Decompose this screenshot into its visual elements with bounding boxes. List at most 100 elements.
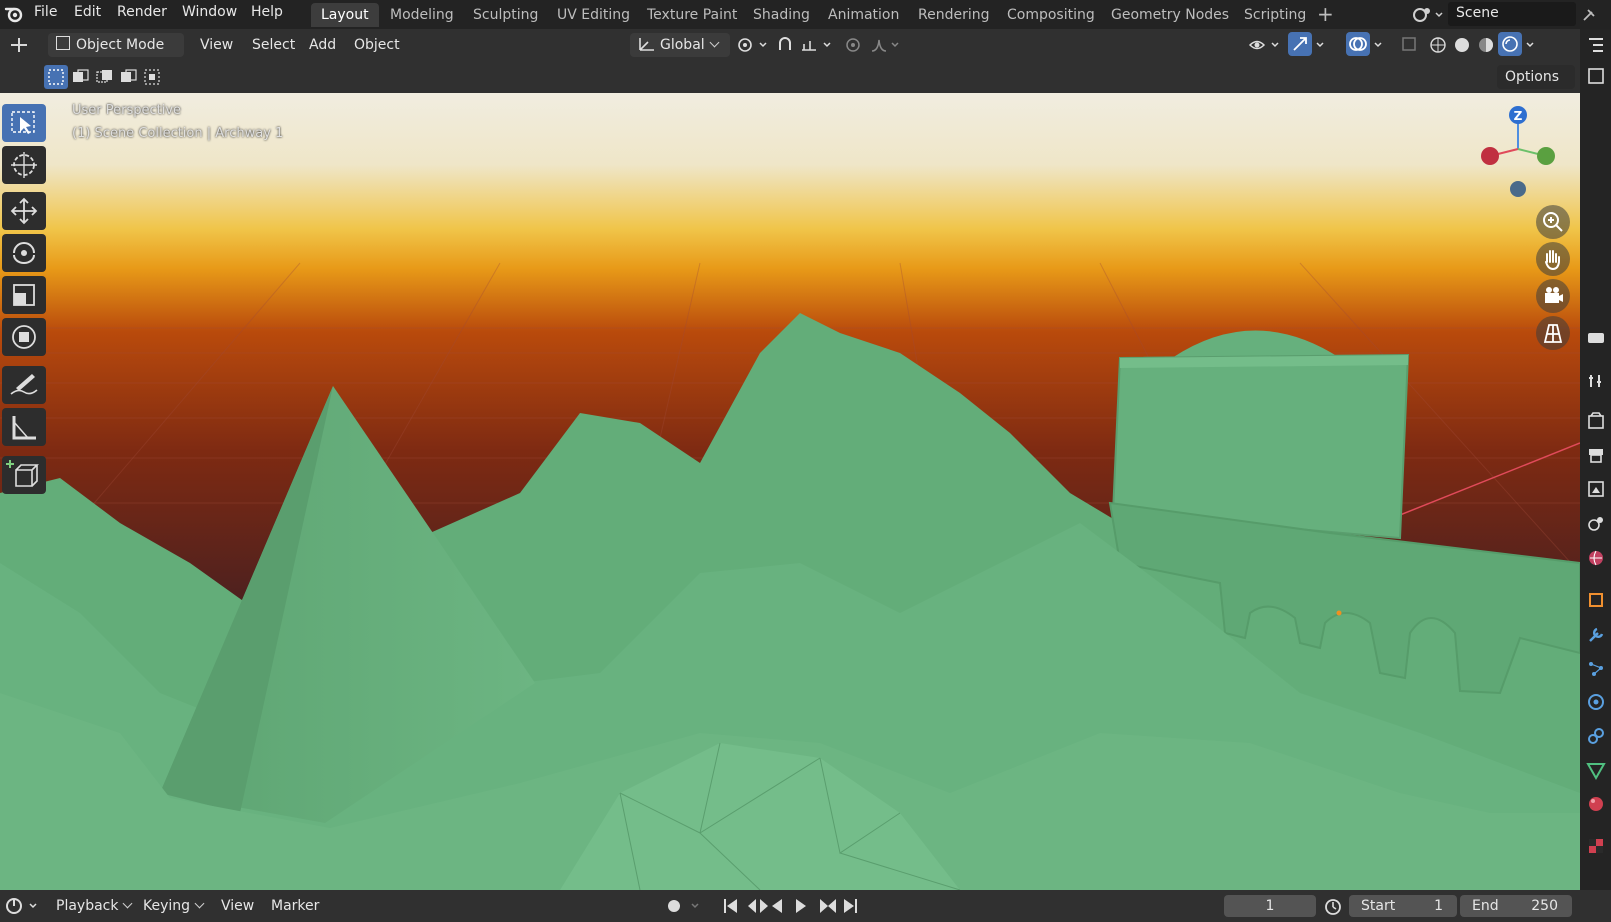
jump-keyframe-forward-icon[interactable]: [820, 899, 836, 913]
tab-uv-editing[interactable]: UV Editing: [547, 3, 640, 27]
overlays-toggle-button[interactable]: [1346, 32, 1370, 56]
select-new-button[interactable]: [44, 65, 68, 89]
tab-shading[interactable]: Shading: [743, 3, 820, 27]
render-properties-icon[interactable]: [1585, 410, 1607, 432]
tab-geometry-nodes[interactable]: Geometry Nodes: [1101, 3, 1239, 27]
data-properties-icon[interactable]: [1585, 759, 1607, 781]
menu-playback[interactable]: Playback: [56, 894, 133, 918]
menu-help[interactable]: Help: [251, 4, 283, 20]
play-reverse-icon[interactable]: [772, 899, 782, 913]
menu-select[interactable]: Select: [252, 33, 295, 57]
select-invert-icon[interactable]: [118, 67, 140, 87]
mode-selector[interactable]: Object Mode: [48, 33, 184, 72]
transform-orientation-selector[interactable]: Global: [630, 33, 730, 57]
menu-window[interactable]: Window: [182, 4, 237, 20]
tool-move[interactable]: [2, 192, 46, 230]
rendered-shading-button[interactable]: [1498, 32, 1522, 56]
menu-file[interactable]: File: [34, 4, 57, 20]
gizmo-toggle-button[interactable]: [1288, 32, 1312, 56]
tool-cursor[interactable]: [2, 146, 46, 184]
gizmo-dropdown-icon[interactable]: [1314, 36, 1330, 54]
menu-view[interactable]: View: [200, 33, 233, 57]
proportional-editing-icon[interactable]: [844, 36, 864, 54]
start-frame-field[interactable]: Start 1: [1349, 895, 1457, 917]
pin-icon[interactable]: [1578, 6, 1598, 24]
menu-edit[interactable]: Edit: [74, 4, 101, 20]
shading-dropdown-icon[interactable]: [1524, 36, 1540, 54]
outliner-icon[interactable]: [1585, 35, 1607, 57]
wireframe-shading-icon[interactable]: [1428, 35, 1448, 55]
tab-layout[interactable]: Layout: [311, 3, 379, 27]
tool-measure[interactable]: [2, 408, 46, 446]
tab-rendering[interactable]: Rendering: [908, 3, 1000, 27]
scene-selector-icon[interactable]: [1410, 5, 1444, 25]
scene-name-field[interactable]: Scene: [1448, 2, 1576, 26]
xray-toggle-icon[interactable]: [1400, 35, 1420, 55]
play-icon[interactable]: [796, 899, 806, 913]
world-properties-icon[interactable]: [1585, 547, 1607, 569]
material-properties-icon[interactable]: [1585, 793, 1607, 815]
texture-properties-icon[interactable]: [1585, 835, 1607, 857]
menu-timeline-view[interactable]: View: [221, 894, 254, 918]
menu-object[interactable]: Object: [354, 33, 400, 57]
falloff-icon[interactable]: [870, 36, 904, 54]
tool-rotate[interactable]: [2, 234, 46, 272]
snap-target-icon[interactable]: [800, 36, 834, 54]
blender-logo-icon[interactable]: [4, 4, 24, 24]
menu-keying[interactable]: Keying: [143, 894, 205, 918]
zoom-button[interactable]: [1536, 205, 1570, 239]
navigation-gizmo[interactable]: Z: [1470, 101, 1560, 201]
options-dropdown[interactable]: Options: [1497, 65, 1575, 104]
menu-marker[interactable]: Marker: [271, 894, 319, 918]
output-properties-icon[interactable]: [1585, 444, 1607, 466]
tab-animation[interactable]: Animation: [818, 3, 909, 27]
solid-shading-icon[interactable]: [1452, 35, 1472, 55]
select-extend-icon[interactable]: [70, 67, 92, 87]
physics-properties-icon[interactable]: [1585, 691, 1607, 713]
pan-button[interactable]: [1536, 242, 1570, 276]
properties-editor-icon[interactable]: [1585, 65, 1607, 87]
select-subtract-icon[interactable]: [94, 67, 116, 87]
tool-annotate[interactable]: [2, 366, 46, 404]
active-tool-icon[interactable]: [1585, 369, 1607, 391]
visibility-icon[interactable]: [1248, 36, 1282, 54]
tab-scripting[interactable]: Scripting: [1234, 3, 1316, 27]
menu-add[interactable]: Add: [309, 33, 336, 57]
auto-keying-icon[interactable]: [664, 896, 704, 916]
tab-sculpting[interactable]: Sculpting: [463, 3, 548, 27]
overlays-dropdown-icon[interactable]: [1372, 36, 1388, 54]
snap-toggle-icon[interactable]: [776, 36, 796, 54]
select-intersect-icon[interactable]: [142, 67, 164, 87]
add-workspace-icon[interactable]: +: [1317, 2, 1334, 26]
camera-view-button[interactable]: [1536, 279, 1570, 313]
y-axis-icon[interactable]: [1537, 147, 1555, 165]
scene-properties-icon[interactable]: [1585, 512, 1607, 534]
tool-select-box[interactable]: [2, 104, 46, 142]
editor-type-selector[interactable]: [4, 33, 42, 57]
modifier-properties-icon[interactable]: [1585, 624, 1607, 646]
jump-end-icon[interactable]: [844, 899, 857, 913]
current-frame-field[interactable]: 1: [1224, 895, 1316, 917]
constraints-properties-icon[interactable]: [1585, 725, 1607, 747]
tool-transform[interactable]: [2, 318, 46, 356]
timeline-editor-icon[interactable]: [4, 896, 42, 916]
menu-render[interactable]: Render: [117, 4, 167, 20]
jump-start-icon[interactable]: [724, 899, 737, 913]
tab-modeling[interactable]: Modeling: [380, 3, 464, 27]
preview-range-icon[interactable]: [1322, 896, 1344, 916]
pivot-point-icon[interactable]: [736, 36, 770, 54]
3d-viewport[interactable]: User Perspective (1) Scene Collection | …: [0, 93, 1580, 890]
tool-scale[interactable]: [2, 276, 46, 314]
tab-texture-paint[interactable]: Texture Paint: [637, 3, 747, 27]
jump-keyframe-back-icon[interactable]: [748, 899, 768, 913]
material-shading-icon[interactable]: [1476, 35, 1496, 55]
neg-z-axis-icon[interactable]: [1510, 181, 1526, 197]
ortho-toggle-button[interactable]: [1536, 316, 1570, 350]
tab-compositing[interactable]: Compositing: [997, 3, 1105, 27]
view-layer-icon[interactable]: [1585, 478, 1607, 500]
tool-properties-icon[interactable]: [1585, 327, 1607, 349]
x-axis-icon[interactable]: [1481, 147, 1499, 165]
tool-add-cube[interactable]: [2, 456, 46, 494]
object-properties-icon[interactable]: [1585, 589, 1607, 611]
end-frame-field[interactable]: End 250: [1460, 895, 1572, 917]
